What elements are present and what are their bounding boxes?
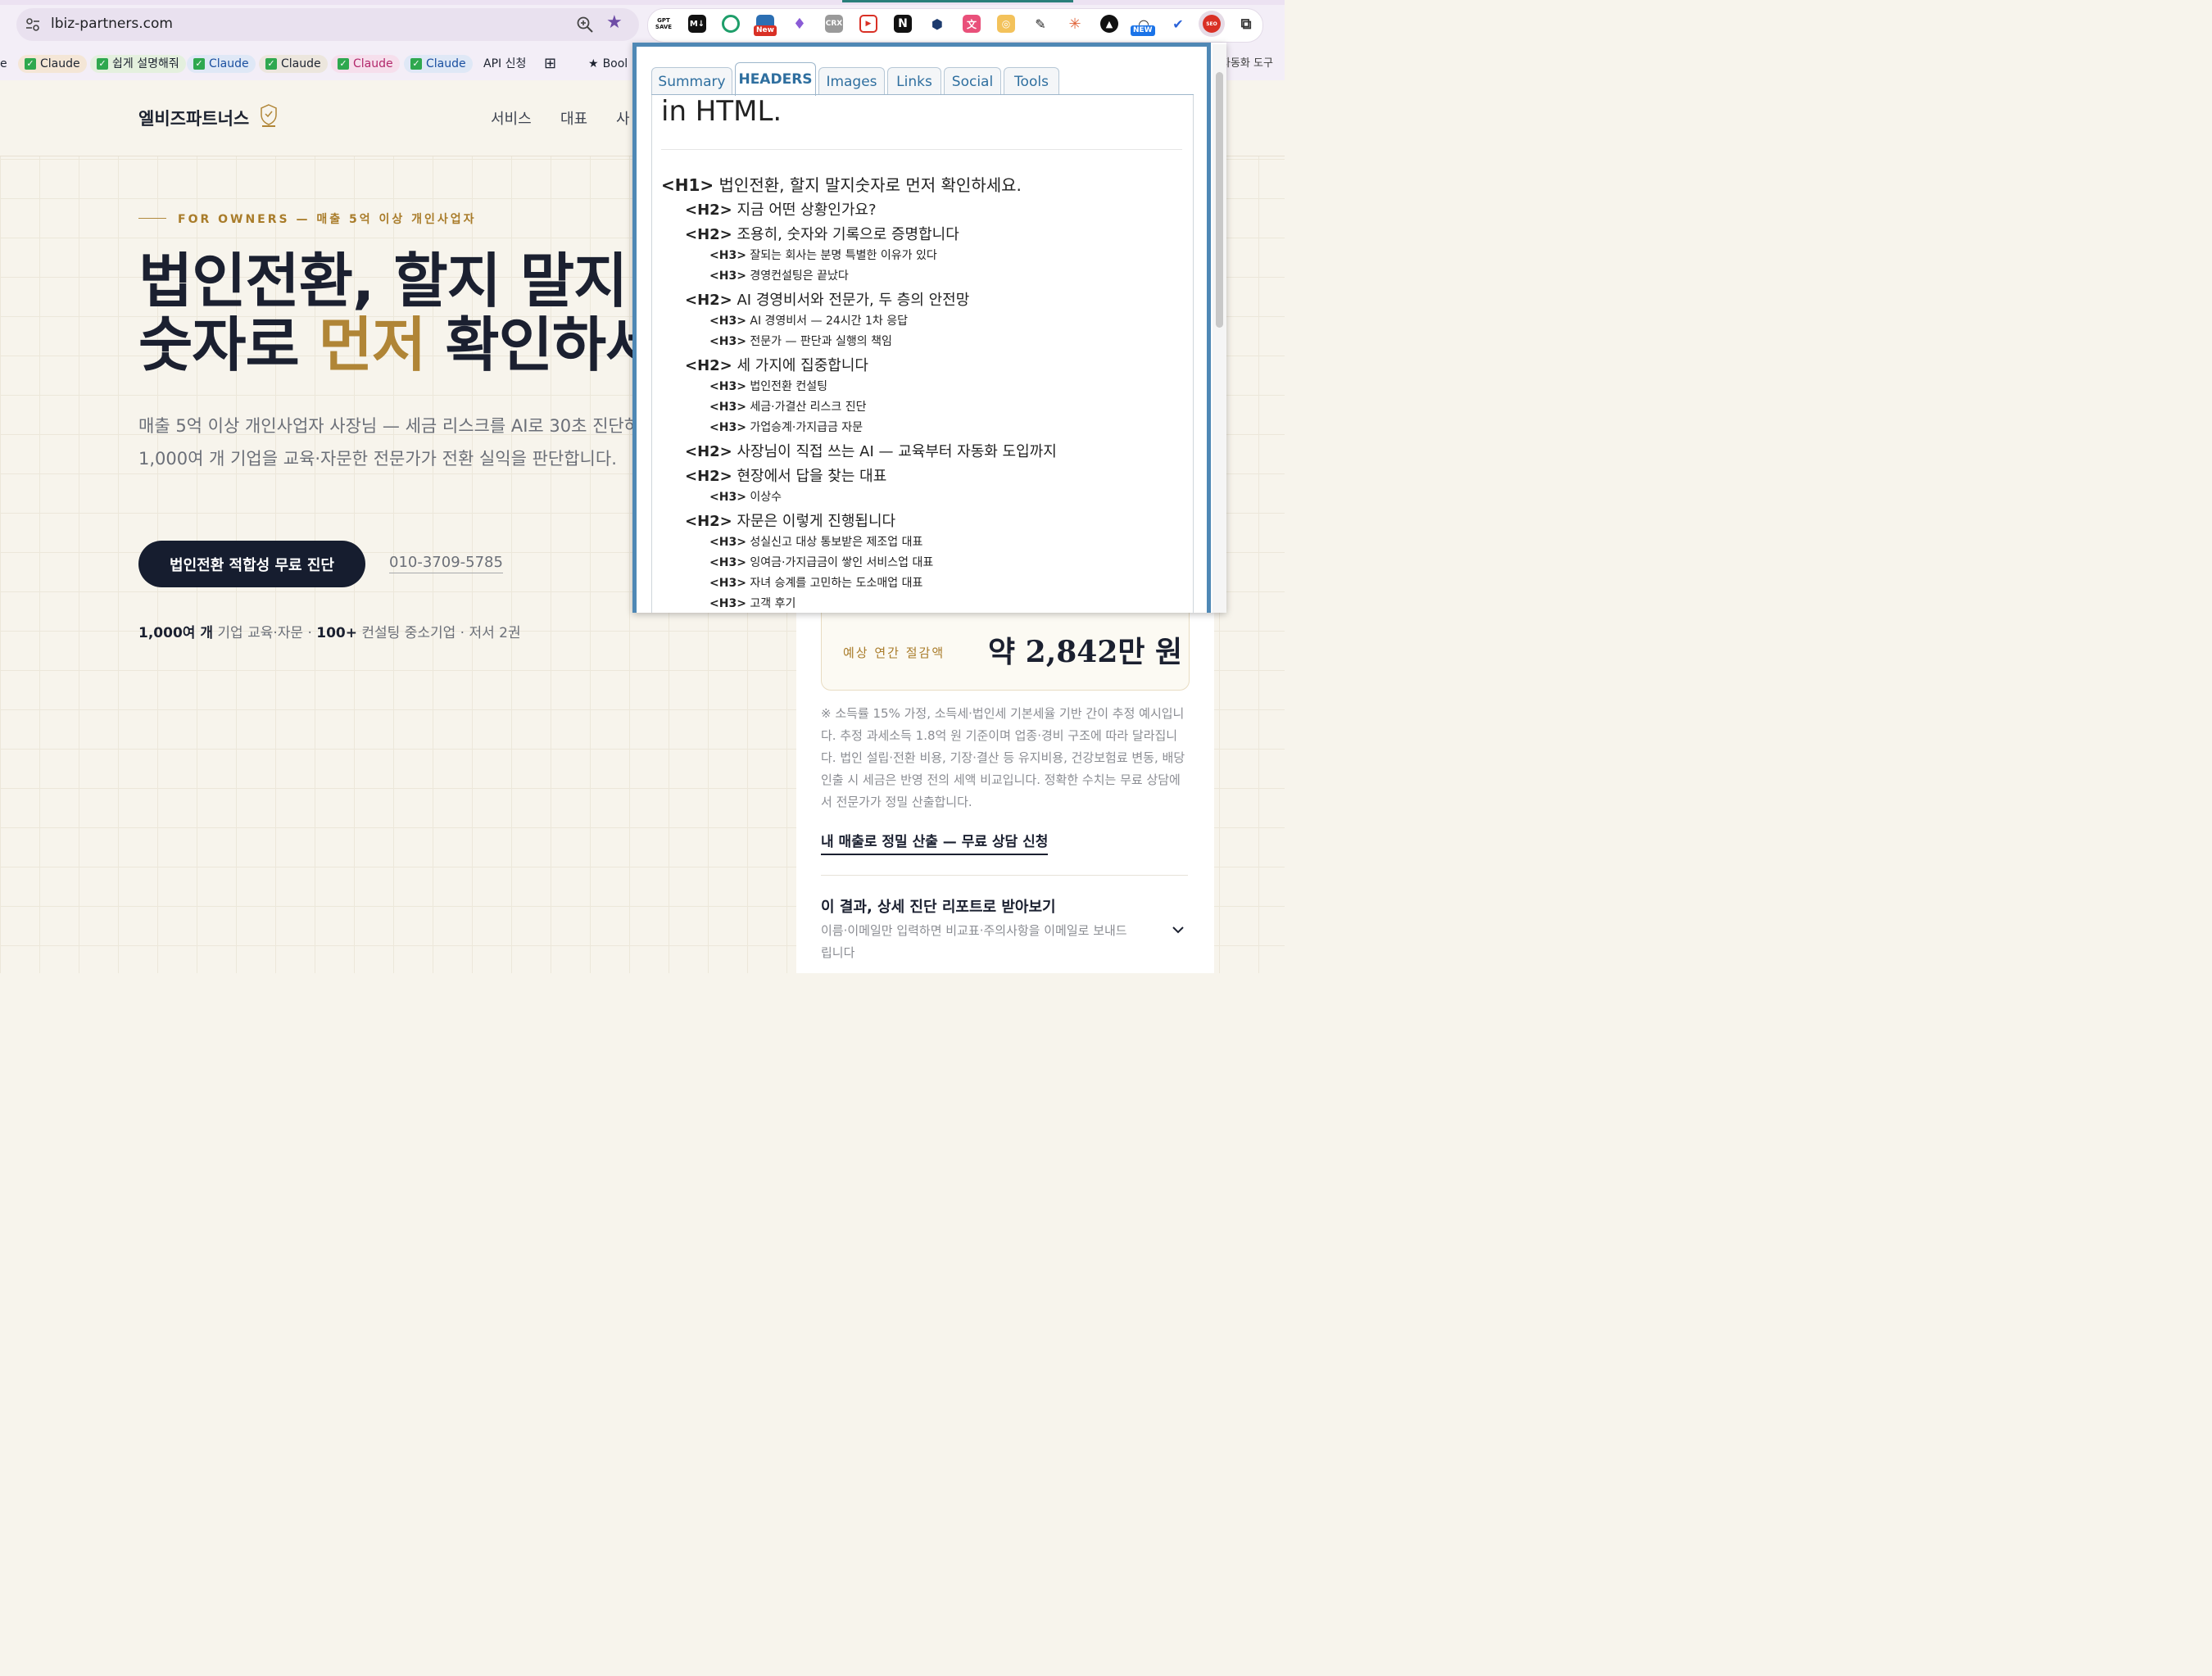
- hero-description: 매출 5억 이상 개인사업자 사장님 — 세금 리스크를 AI로 30초 진단하…: [138, 416, 662, 469]
- cube-extension-icon[interactable]: ⬢: [928, 15, 946, 33]
- chevron-down-icon[interactable]: [1170, 922, 1186, 938]
- eyedropper-extension-icon[interactable]: ✎: [1031, 15, 1049, 33]
- play-extension-icon[interactable]: ▶: [859, 15, 877, 33]
- hero-accent: 먼저: [318, 310, 426, 379]
- bookmark-item[interactable]: ✓ Claude: [187, 55, 256, 73]
- stats-line: 1,000여 개 기업 교육·자문 · 100+ 컨설팅 중소기업 · 저서 2…: [138, 625, 521, 641]
- check-extension-icon[interactable]: ✔: [1169, 15, 1187, 33]
- nav-services[interactable]: 서비스: [491, 107, 532, 129]
- bookmark-item[interactable]: API 신청: [477, 55, 533, 73]
- checkbox-icon: ✓: [338, 58, 349, 70]
- saving-label: 예상 연간 절감액: [843, 645, 945, 660]
- bookmark-item[interactable]: ✓ Claude: [259, 55, 328, 73]
- report-description: 이름·이메일만 입력하면 비교표·주의사항을 이메일로 보내드립니다: [821, 923, 1127, 960]
- hero-line-2: 숫자로 먼저 확인하세요: [138, 310, 714, 379]
- markdown-extension-icon[interactable]: M↓: [688, 15, 706, 33]
- crystal-extension-icon[interactable]: ♦: [791, 15, 809, 33]
- notion-extension-icon[interactable]: N: [894, 15, 912, 33]
- site-logo-text[interactable]: 엘비즈파트너스: [138, 106, 249, 130]
- browser-toolbar: lbiz-partners.com ★ GPT SAVE M↓ New ♦ CR…: [0, 0, 1285, 48]
- apps-grid-icon[interactable]: ⊞: [537, 55, 563, 73]
- eyebrow-divider: [138, 218, 166, 219]
- hero-line-1: 법인전환, 할지 말지: [138, 247, 628, 315]
- active-tab-indicator: [842, 0, 1073, 2]
- popup-scrollbar-thumb[interactable]: [1216, 72, 1223, 328]
- phone-link[interactable]: 010-3709-5785: [389, 554, 503, 573]
- translate-extension-icon[interactable]: 文: [963, 15, 981, 33]
- record-extension-icon[interactable]: [722, 15, 740, 33]
- free-diagnosis-button[interactable]: 법인전환 적합성 무료 진단: [138, 541, 365, 587]
- checkbox-icon: ✓: [193, 58, 205, 70]
- checkbox-icon: ✓: [265, 58, 277, 70]
- bookmark-item[interactable]: ★ Bool: [582, 55, 634, 73]
- bookmark-item[interactable]: ✓ Claude: [18, 55, 87, 73]
- bookmark-folder-right[interactable]: 자동화 도구: [1221, 54, 1273, 70]
- zoom-icon[interactable]: [576, 16, 594, 34]
- triangle-extension-icon[interactable]: ▲: [1100, 15, 1118, 33]
- bookmark-item[interactable]: e: [0, 55, 14, 73]
- checkbox-icon: ✓: [25, 58, 36, 70]
- saving-value: 약 2,842만 원: [988, 635, 1183, 669]
- bookmark-item[interactable]: ✓ Claude: [404, 55, 473, 73]
- card-divider: [821, 875, 1188, 876]
- shield-logo-icon[interactable]: [259, 103, 279, 129]
- precise-estimate-link[interactable]: 내 매출로 정밀 산출 — 무료 상담 신청: [821, 830, 1049, 855]
- bookmark-item[interactable]: ✓ Claude: [331, 55, 400, 73]
- url-text[interactable]: lbiz-partners.com: [51, 16, 173, 32]
- capture-extension-icon[interactable]: ◎: [997, 15, 1015, 33]
- popup-border-frame: [632, 43, 1211, 613]
- extensions-puzzle-icon[interactable]: ⧉: [1237, 15, 1255, 33]
- crx-extension-icon[interactable]: CRX: [825, 15, 843, 33]
- nav-ceo[interactable]: 대표: [560, 107, 587, 129]
- gpt-save-extension-icon[interactable]: GPT SAVE: [655, 15, 673, 33]
- nav-cases[interactable]: 사: [616, 107, 630, 129]
- sparkle-extension-icon[interactable]: ✳: [1066, 15, 1084, 33]
- star-icon: ★: [588, 57, 599, 70]
- site-settings-icon[interactable]: [25, 16, 41, 33]
- checkbox-icon: ✓: [410, 58, 422, 70]
- bookmark-star-icon[interactable]: ★: [606, 12, 623, 33]
- hero-title: 법인전환, 할지 말지 숫자로 먼저 확인하세요: [138, 247, 714, 379]
- new-badge-2: NEW: [1131, 25, 1155, 36]
- bookmark-item[interactable]: ✓ 쉽게 설명해줘: [90, 55, 186, 73]
- seo-extension-icon[interactable]: SEO: [1203, 15, 1221, 33]
- checkbox-icon: ✓: [97, 58, 108, 70]
- estimate-note: ※ 소득률 15% 가정, 소득세·법인세 기본세율 기반 간이 추정 예시입니…: [821, 706, 1185, 809]
- new-badge: New: [754, 25, 777, 36]
- eyebrow-text: FOR OWNERS — 매출 5억 이상 개인사업자: [178, 213, 477, 226]
- report-title[interactable]: 이 결과, 상세 진단 리포트로 받아보기: [821, 895, 1056, 917]
